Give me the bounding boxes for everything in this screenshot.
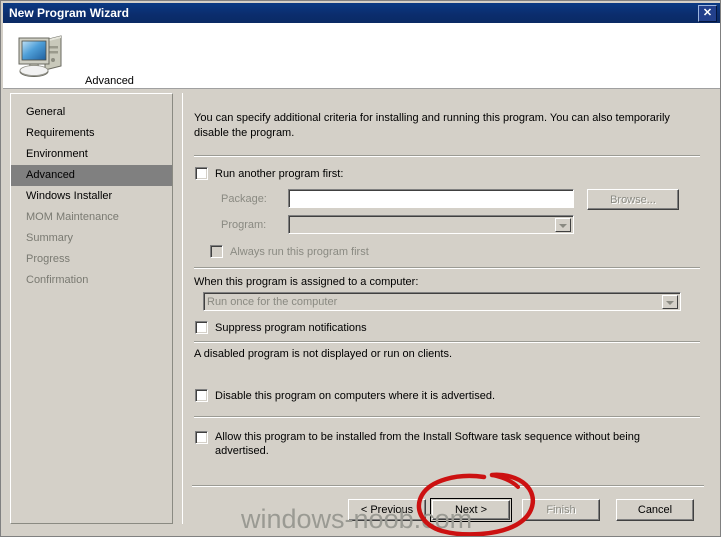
chevron-down-icon[interactable]	[662, 295, 678, 309]
assigned-select-value: Run once for the computer	[207, 296, 338, 308]
allow-task-sequence-checkbox[interactable]	[195, 431, 208, 444]
program-label: Program:	[221, 219, 267, 231]
title-bar: New Program Wizard ✕	[3, 3, 720, 23]
wizard-content-pane: You can specify additional criteria for …	[182, 93, 713, 524]
program-select[interactable]	[288, 215, 574, 234]
package-label: Package:	[221, 193, 267, 205]
wizard-button-bar: < Previous Next > Finish Cancel	[182, 485, 713, 524]
window-title: New Program Wizard	[9, 6, 129, 20]
disabled-program-note: A disabled program is not displayed or r…	[194, 348, 453, 360]
sidebar-item-advanced[interactable]: Advanced	[11, 165, 172, 186]
sidebar-item-general[interactable]: General	[11, 102, 172, 123]
sidebar-item-requirements[interactable]: Requirements	[11, 123, 172, 144]
separator-3	[194, 341, 700, 343]
always-run-first-checkbox[interactable]	[210, 245, 223, 258]
finish-button[interactable]: Finish	[522, 499, 600, 521]
wizard-header: Advanced	[3, 23, 720, 89]
always-run-first-label: Always run this program first	[230, 246, 369, 258]
disable-on-advertised-checkbox[interactable]	[195, 389, 208, 402]
run-another-program-first-checkbox[interactable]	[195, 167, 208, 180]
package-input[interactable]	[288, 189, 574, 208]
intro-text: You can specify additional criteria for …	[194, 112, 670, 139]
sidebar-item-confirmation[interactable]: Confirmation	[11, 270, 172, 291]
next-button-label: Next >	[432, 500, 510, 520]
new-program-wizard-dialog: New Program Wizard ✕ Advanced General Re…	[0, 0, 721, 537]
button-bar-separator	[192, 485, 704, 487]
sidebar-item-environment[interactable]: Environment	[11, 144, 172, 165]
previous-button[interactable]: < Previous	[348, 499, 426, 521]
wizard-steps-sidebar: General Requirements Environment Advance…	[10, 93, 173, 524]
assigned-select[interactable]: Run once for the computer	[203, 292, 681, 311]
allow-task-sequence-label: Allow this program to be installed from …	[215, 431, 640, 457]
sidebar-item-windows-installer[interactable]: Windows Installer	[11, 186, 172, 207]
chevron-down-icon[interactable]	[555, 218, 571, 232]
browse-button[interactable]: Browse...	[587, 189, 679, 210]
computer-icon	[18, 35, 62, 77]
separator-2	[194, 267, 700, 269]
separator-1	[194, 155, 700, 157]
separator-4	[194, 416, 700, 418]
sidebar-item-progress[interactable]: Progress	[11, 249, 172, 270]
suppress-notifications-label: Suppress program notifications	[215, 322, 367, 334]
run-another-program-first-label: Run another program first:	[215, 168, 344, 180]
assigned-label: When this program is assigned to a compu…	[194, 276, 419, 288]
close-icon[interactable]: ✕	[698, 5, 717, 22]
next-button[interactable]: Next >	[430, 498, 512, 522]
disable-on-advertised-label: Disable this program on computers where …	[215, 390, 496, 402]
cancel-button[interactable]: Cancel	[616, 499, 694, 521]
page-title: Advanced	[85, 75, 134, 87]
dialog-body: General Requirements Environment Advance…	[3, 90, 720, 534]
sidebar-item-mom-maintenance[interactable]: MOM Maintenance	[11, 207, 172, 228]
sidebar-item-summary[interactable]: Summary	[11, 228, 172, 249]
suppress-notifications-checkbox[interactable]	[195, 321, 208, 334]
